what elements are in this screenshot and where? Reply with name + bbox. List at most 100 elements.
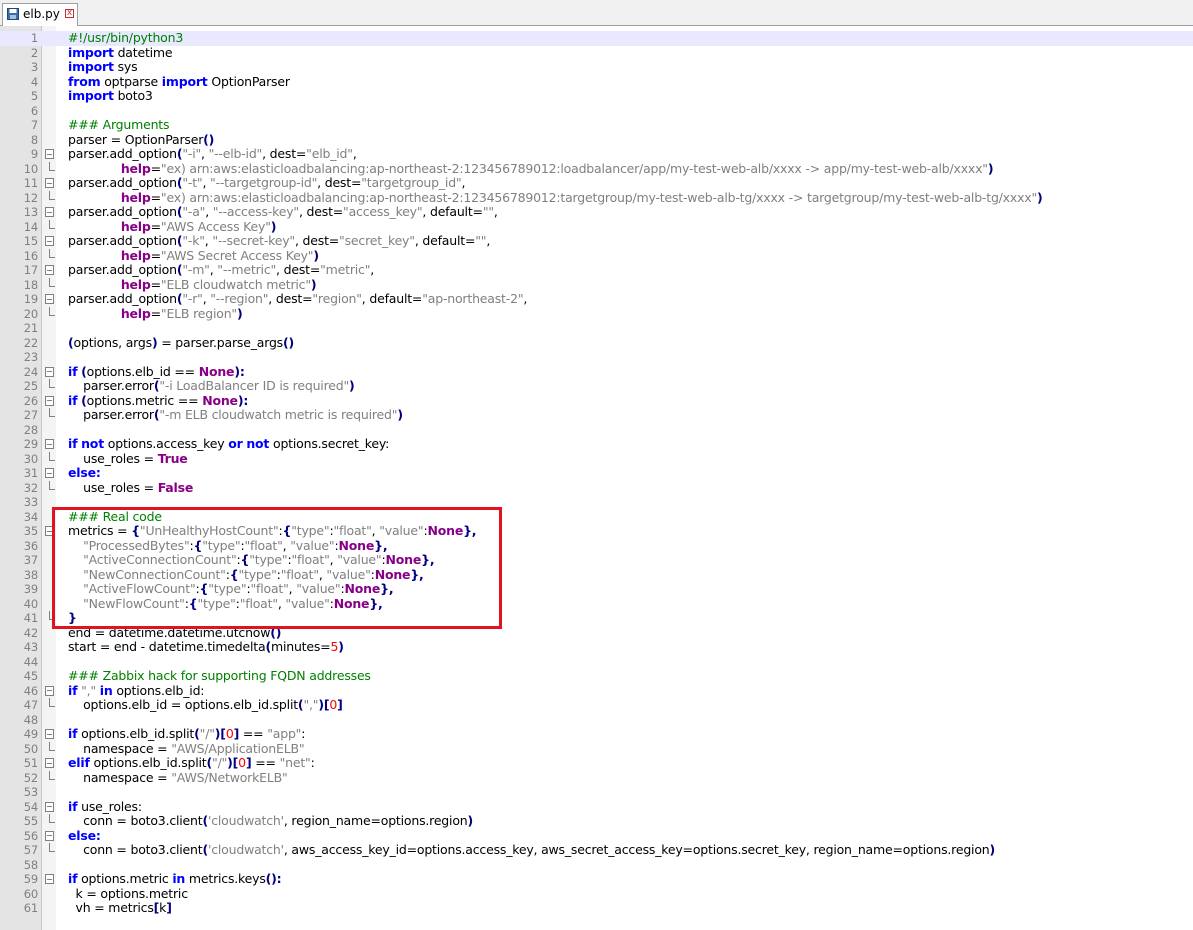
code-line[interactable]: 24 if (options.elb_id == None): bbox=[0, 364, 1193, 380]
code-line[interactable]: 4 from optparse import OptionParser bbox=[0, 74, 1193, 90]
code-line[interactable]: 42 end = datetime.datetime.utcnow() bbox=[0, 625, 1193, 641]
code-line[interactable]: 40 "NewFlowCount":{"type":"float", "valu… bbox=[0, 596, 1193, 612]
code-line[interactable]: 52 namespace = "AWS/NetworkELB" bbox=[0, 770, 1193, 786]
code-line[interactable]: 9 parser.add_option("-i", "--elb-id", des… bbox=[0, 146, 1193, 162]
code-line[interactable]: 59 if options.metric in metrics.keys(): bbox=[0, 871, 1193, 887]
code-line[interactable]: 53 bbox=[0, 785, 1193, 800]
code-line[interactable]: 8 parser = OptionParser() bbox=[0, 132, 1193, 148]
fold-end-icon bbox=[45, 277, 55, 290]
fold-toggle-icon[interactable] bbox=[45, 758, 54, 768]
code-line[interactable]: 55 conn = boto3.client('cloudwatch', reg… bbox=[0, 813, 1193, 829]
code-token: == bbox=[239, 726, 268, 741]
code-line[interactable]: 23 bbox=[0, 350, 1193, 365]
code-token: datetime bbox=[113, 44, 173, 60]
code-line[interactable]: 41} bbox=[0, 610, 1193, 626]
code-line[interactable]: 39 "ActiveFlowCount":{"type":"float", "v… bbox=[0, 581, 1193, 597]
fold-toggle-icon[interactable] bbox=[45, 685, 54, 696]
code-line[interactable]: 58 bbox=[0, 858, 1193, 873]
code-line[interactable]: 49 if options.elb_id.split("/")[0] == "ap… bbox=[0, 726, 1193, 742]
code-line[interactable]: 11 parser.add_option("-t", "--targetgroup… bbox=[0, 175, 1193, 191]
code-line[interactable]: 3 import sys bbox=[0, 59, 1193, 75]
code-token: if bbox=[68, 682, 78, 698]
code-line[interactable]: 26 if (options.metric == None): bbox=[0, 392, 1193, 409]
code-line[interactable]: 34 ### Real code bbox=[0, 509, 1193, 525]
fold-toggle-icon[interactable] bbox=[45, 801, 54, 812]
fold-toggle-icon[interactable] bbox=[45, 439, 54, 449]
code-token: "--region" bbox=[210, 291, 269, 306]
file-tab-elb-py[interactable]: elb.py x bbox=[2, 3, 78, 26]
code-line[interactable]: 20 help="ELB region") bbox=[0, 305, 1193, 322]
code-line[interactable]: 22 (options, args) = parser.parse_args() bbox=[0, 335, 1193, 351]
code-line[interactable]: 56 else: bbox=[0, 828, 1193, 844]
line-code: metrics = {"UnHealthyHostCount":{"type":… bbox=[68, 523, 477, 539]
fold-toggle-icon[interactable] bbox=[45, 236, 54, 246]
fold-toggle-icon[interactable] bbox=[45, 207, 54, 217]
code-line[interactable]: 21 bbox=[0, 321, 1193, 336]
code-line[interactable]: 25 parser.error("-i LoadBalancer ID is r… bbox=[0, 378, 1193, 394]
code-line[interactable]: 44 bbox=[0, 655, 1193, 670]
code-line[interactable]: 38 "NewConnectionCount":{"type":"float",… bbox=[0, 567, 1193, 583]
code-line[interactable]: 46 if "," in options.elb_id: bbox=[0, 682, 1193, 699]
code-line[interactable]: 57 conn = boto3.client('cloudwatch', aws… bbox=[0, 842, 1193, 858]
code-line[interactable]: 32 use_roles = False bbox=[0, 480, 1193, 496]
code-token: options.metric == bbox=[86, 392, 203, 408]
code-line[interactable]: 36 "ProcessedBytes":{"type":"float", "va… bbox=[0, 538, 1193, 554]
code-lines[interactable]: 1 #!/usr/bin/python3 2 import datetime 3 impo… bbox=[0, 30, 1193, 916]
code-line[interactable]: 19 parser.add_option("-r", "--region", de… bbox=[0, 291, 1193, 307]
code-line[interactable]: 27 parser.error("-m ELB cloudwatch metri… bbox=[0, 407, 1193, 423]
code-line[interactable]: 2 import datetime bbox=[0, 44, 1193, 61]
line-code: from optparse import OptionParser bbox=[68, 74, 290, 90]
code-line[interactable]: 50 namespace = "AWS/ApplicationELB" bbox=[0, 741, 1193, 757]
line-number: 3 bbox=[30, 60, 38, 74]
close-icon[interactable]: x bbox=[65, 9, 74, 18]
code-line[interactable]: 13 parser.add_option("-a", "--access-key"… bbox=[0, 204, 1193, 220]
code-line[interactable]: 35 metrics = {"UnHealthyHostCount":{"type… bbox=[0, 523, 1193, 539]
code-line[interactable]: 7 ### Arguments bbox=[0, 117, 1193, 133]
code-line[interactable]: 5 import boto3 bbox=[0, 88, 1193, 104]
code-line[interactable]: 51 elif options.elb_id.split("/")[0] == "… bbox=[0, 755, 1193, 771]
fold-toggle-icon[interactable] bbox=[45, 729, 54, 739]
code-token: }, bbox=[380, 581, 394, 596]
code-line[interactable]: 29 if not options.access_key or not optio… bbox=[0, 436, 1193, 452]
code-token: , dest= bbox=[317, 175, 362, 190]
code-line[interactable]: 16 help="AWS Secret Access Key") bbox=[0, 247, 1193, 264]
fold-toggle-icon[interactable] bbox=[45, 294, 54, 304]
code-line[interactable]: 12 help="ex) arn:aws:elasticloadbalancin… bbox=[0, 190, 1193, 206]
code-line[interactable]: 61 vh = metrics[k] bbox=[0, 900, 1193, 916]
fold-toggle-icon[interactable] bbox=[45, 149, 54, 159]
fold-toggle-icon[interactable] bbox=[45, 178, 54, 188]
code-line[interactable]: 45 ### Zabbix hack for supporting FQDN ad… bbox=[0, 668, 1193, 684]
code-token: "ActiveConnectionCount" bbox=[83, 552, 237, 567]
line-number: 10 bbox=[23, 161, 38, 176]
line-number: 23 bbox=[23, 350, 38, 364]
code-line[interactable]: 10 help="ex) arn:aws:elasticloadbalancin… bbox=[0, 161, 1193, 177]
code-line[interactable]: 30 use_roles = True bbox=[0, 451, 1193, 467]
code-line[interactable]: 17 parser.add_option("-m", "--metric", de… bbox=[0, 262, 1193, 278]
code-token: "AWS Secret Access Key" bbox=[160, 247, 314, 263]
fold-toggle-icon[interactable] bbox=[45, 830, 54, 841]
fold-toggle-icon[interactable] bbox=[45, 395, 54, 406]
fold-toggle-icon[interactable] bbox=[45, 526, 54, 536]
code-line[interactable]: 37 "ActiveConnectionCount":{"type":"floa… bbox=[0, 552, 1193, 568]
code-line[interactable]: 6 bbox=[0, 104, 1193, 119]
code-line[interactable]: 60 k = options.metric bbox=[0, 886, 1193, 902]
fold-toggle-icon[interactable] bbox=[45, 874, 54, 884]
code-line[interactable]: 14 help="AWS Access Key") bbox=[0, 219, 1193, 235]
code-line[interactable]: 48 bbox=[0, 713, 1193, 728]
code-token: import bbox=[68, 59, 114, 74]
code-line[interactable]: 43 start = end - datetime.timedelta(minut… bbox=[0, 639, 1193, 655]
code-token: help bbox=[120, 305, 151, 321]
code-line[interactable]: 47 options.elb_id = options.elb_id.split… bbox=[0, 697, 1193, 713]
code-line[interactable]: 31 else: bbox=[0, 465, 1193, 481]
code-line[interactable]: 15 parser.add_option("-k", "--secret-key"… bbox=[0, 233, 1193, 249]
code-line[interactable]: 28 bbox=[0, 423, 1193, 438]
code-line[interactable]: 18 help="ELB cloudwatch metric") bbox=[0, 277, 1193, 293]
code-line[interactable]: 33 bbox=[0, 495, 1193, 510]
fold-toggle-icon[interactable] bbox=[45, 366, 54, 377]
fold-toggle-icon[interactable] bbox=[45, 468, 54, 478]
fold-toggle-icon[interactable] bbox=[45, 265, 54, 275]
code-line[interactable]: 1 #!/usr/bin/python3 bbox=[0, 30, 1193, 46]
code-line[interactable]: 54 if use_roles: bbox=[0, 799, 1193, 815]
code-editor[interactable]: 1 #!/usr/bin/python3 2 import datetime 3 impo… bbox=[0, 26, 1193, 930]
